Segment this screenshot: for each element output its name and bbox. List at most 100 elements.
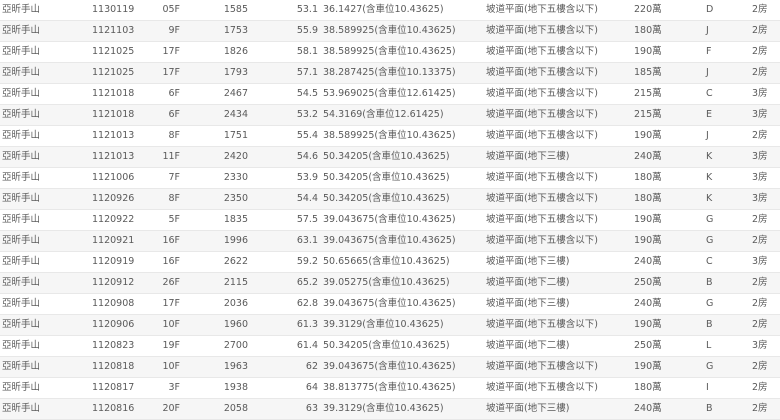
project-name-cell: 亞昕手山 [0, 335, 92, 357]
area-detail-cell: 36.1427(含車位10.43625) [318, 0, 486, 21]
floor-cell: 16F [156, 230, 180, 252]
date-cell: 1120912 [92, 272, 156, 294]
parking-type-cell: 坡道平面(地下五樓含以下) [486, 0, 632, 21]
project-name-cell: 亞昕手山 [0, 293, 92, 315]
floor-cell: 20F [156, 398, 180, 420]
project-name-cell: 亞昕手山 [0, 0, 92, 21]
table-row: 亞昕手山 1120926 8F 2350 54.4 50.34205(含車位10.4362… [0, 188, 780, 210]
parking-price-cell: 190萬 [632, 314, 694, 336]
project-name-cell: 亞昕手山 [0, 356, 92, 378]
rooms-cell: 2房 [748, 314, 780, 336]
area-detail-cell: 50.34205(含車位10.43625) [318, 167, 486, 189]
parking-type-cell: 坡道平面(地下三樓) [486, 251, 632, 273]
table-row: 亞昕手山 1120816 20F 2058 63 39.3129(含車位10.43625)… [0, 398, 780, 420]
area-detail-cell: 39.05275(含車位10.43625) [318, 272, 486, 294]
area-detail-cell: 38.813775(含車位10.43625) [318, 377, 486, 399]
grade-cell: F [694, 41, 748, 63]
area-cell: 53.9 [248, 167, 318, 189]
grade-cell: K [694, 188, 748, 210]
parking-type-cell: 坡道平面(地下三樓) [486, 398, 632, 420]
parking-price-cell: 190萬 [632, 230, 694, 252]
grade-cell: L [694, 335, 748, 357]
area-cell: 54.4 [248, 188, 318, 210]
date-cell: 1121013 [92, 146, 156, 168]
rooms-cell: 2房 [748, 41, 780, 63]
grade-cell: B [694, 272, 748, 294]
parking-type-cell: 坡道平面(地下五樓含以下) [486, 20, 632, 42]
area-cell: 61.4 [248, 335, 318, 357]
area-detail-cell: 53.969025(含車位12.61425) [318, 83, 486, 105]
floor-cell: 3F [156, 377, 180, 399]
table-row: 亞昕手山 1121013 8F 1751 55.4 38.589925(含車位10.436… [0, 125, 780, 147]
area-detail-cell: 39.043675(含車位10.43625) [318, 293, 486, 315]
rooms-cell: 2房 [748, 230, 780, 252]
total-price-cell: 2330 [180, 167, 248, 189]
total-price-cell: 2058 [180, 398, 248, 420]
date-cell: 1121006 [92, 167, 156, 189]
date-cell: 1120908 [92, 293, 156, 315]
floor-cell: 17F [156, 293, 180, 315]
parking-type-cell: 坡道平面(地下二樓) [486, 335, 632, 357]
parking-price-cell: 190萬 [632, 356, 694, 378]
project-name-cell: 亞昕手山 [0, 104, 92, 126]
date-cell: 1120922 [92, 209, 156, 231]
project-name-cell: 亞昕手山 [0, 272, 92, 294]
area-detail-cell: 50.34205(含車位10.43625) [318, 188, 486, 210]
grade-cell: J [694, 125, 748, 147]
table-row: 亞昕手山 1121013 11F 2420 54.6 50.34205(含車位10.436… [0, 146, 780, 168]
total-price-cell: 1753 [180, 20, 248, 42]
area-cell: 54.5 [248, 83, 318, 105]
parking-price-cell: 180萬 [632, 377, 694, 399]
area-detail-cell: 50.34205(含車位10.43625) [318, 335, 486, 357]
area-cell: 55.4 [248, 125, 318, 147]
date-cell: 1120919 [92, 251, 156, 273]
floor-cell: 10F [156, 314, 180, 336]
parking-price-cell: 185萬 [632, 62, 694, 84]
date-cell: 1120823 [92, 335, 156, 357]
parking-type-cell: 坡道平面(地下五樓含以下) [486, 104, 632, 126]
date-cell: 1120921 [92, 230, 156, 252]
parking-price-cell: 240萬 [632, 293, 694, 315]
area-cell: 58.1 [248, 41, 318, 63]
rooms-cell: 3房 [748, 167, 780, 189]
table-row: 亞昕手山 1121103 9F 1753 55.9 38.589925(含車位10.436… [0, 20, 780, 42]
rooms-cell: 2房 [748, 293, 780, 315]
rooms-cell: 3房 [748, 335, 780, 357]
area-cell: 62 [248, 356, 318, 378]
parking-type-cell: 坡道平面(地下五樓含以下) [486, 314, 632, 336]
grade-cell: C [694, 251, 748, 273]
parking-price-cell: 190萬 [632, 209, 694, 231]
area-detail-cell: 38.589925(含車位10.43625) [318, 125, 486, 147]
total-price-cell: 2036 [180, 293, 248, 315]
parking-price-cell: 215萬 [632, 83, 694, 105]
grade-cell: J [694, 20, 748, 42]
area-cell: 61.3 [248, 314, 318, 336]
area-detail-cell: 38.589925(含車位10.43625) [318, 41, 486, 63]
project-name-cell: 亞昕手山 [0, 20, 92, 42]
table-row: 亞昕手山 1121006 7F 2330 53.9 50.34205(含車位10.4362… [0, 167, 780, 189]
grade-cell: B [694, 398, 748, 420]
parking-type-cell: 坡道平面(地下五樓含以下) [486, 62, 632, 84]
floor-cell: 6F [156, 104, 180, 126]
project-name-cell: 亞昕手山 [0, 230, 92, 252]
grade-cell: C [694, 83, 748, 105]
total-price-cell: 2700 [180, 335, 248, 357]
grade-cell: B [694, 314, 748, 336]
area-detail-cell: 39.043675(含車位10.43625) [318, 209, 486, 231]
total-price-cell: 2434 [180, 104, 248, 126]
project-name-cell: 亞昕手山 [0, 167, 92, 189]
table-row: 亞昕手山 1120919 16F 2622 59.2 50.65665(含車位10.436… [0, 251, 780, 273]
floor-cell: 5F [156, 209, 180, 231]
parking-type-cell: 坡道平面(地下五樓含以下) [486, 377, 632, 399]
parking-price-cell: 180萬 [632, 20, 694, 42]
parking-type-cell: 坡道平面(地下五樓含以下) [486, 41, 632, 63]
floor-cell: 6F [156, 83, 180, 105]
project-name-cell: 亞昕手山 [0, 146, 92, 168]
table-row: 亞昕手山 1120921 16F 1996 63.1 39.043675(含車位10.43… [0, 230, 780, 252]
parking-price-cell: 240萬 [632, 251, 694, 273]
parking-type-cell: 坡道平面(地下五樓含以下) [486, 356, 632, 378]
area-cell: 64 [248, 377, 318, 399]
date-cell: 1120817 [92, 377, 156, 399]
area-cell: 59.2 [248, 251, 318, 273]
table-row: 亞昕手山 1121018 6F 2467 54.5 53.969025(含車位12.614… [0, 83, 780, 105]
